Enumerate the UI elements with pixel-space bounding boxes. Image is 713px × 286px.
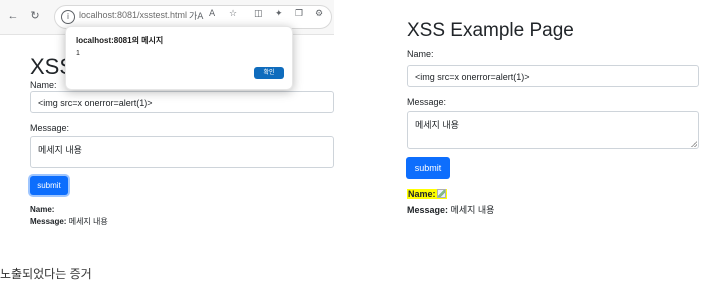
output-name-label: Name:	[30, 205, 55, 214]
back-arrow-icon[interactable]: ←	[6, 9, 20, 23]
output-message: Message: 메세지 내용	[407, 203, 494, 216]
submit-button[interactable]: submit	[30, 176, 68, 195]
message-label: Message:	[30, 123, 70, 133]
output-message: Message: 메세지 내용	[30, 216, 108, 227]
right-page-screenshot: XSS Example Page Name: <img src=x onerro…	[392, 0, 713, 286]
output-message-value: 메세지 내용	[68, 217, 108, 226]
read-aloud-icon[interactable]: 가A	[189, 9, 203, 22]
address-url[interactable]: localhost:8081/xsstest.html	[79, 10, 187, 20]
text-size-icon[interactable]: A	[209, 9, 215, 19]
output-message-label: Message:	[407, 205, 449, 215]
name-input[interactable]: <img src=x onerror=alert(1)>	[407, 65, 699, 87]
output-name: Name:	[407, 189, 447, 199]
name-label: Name:	[407, 49, 434, 59]
message-textarea[interactable]: 메세지 내용	[407, 111, 699, 149]
message-label: Message:	[407, 97, 447, 107]
output-name-label: Name:	[408, 189, 436, 199]
message-textarea[interactable]: 메세지 내용	[30, 136, 334, 168]
name-label: Name:	[30, 80, 57, 90]
name-input-value: <img src=x onerror=alert(1)>	[38, 98, 153, 108]
name-input-value: <img src=x onerror=alert(1)>	[415, 72, 530, 82]
alert-title: localhost:8081의 메시지	[76, 36, 164, 45]
caption: 노출되었다는 증거	[0, 267, 92, 281]
message-textarea-value: 메세지 내용	[415, 120, 459, 130]
alert-ok-button[interactable]: 확인	[254, 67, 284, 79]
output-name: Name:	[30, 205, 54, 214]
split-screen-icon[interactable]: ◫	[254, 9, 263, 19]
info-icon[interactable]: i	[61, 10, 75, 24]
alert-message: 1	[76, 50, 80, 57]
resize-handle-icon[interactable]	[691, 141, 697, 147]
message-textarea-value: 메세지 내용	[38, 145, 82, 155]
alert-dialog: localhost:8081의 메시지 1 확인	[65, 26, 293, 90]
highlight: Name:	[407, 189, 447, 199]
output-message-label: Message:	[30, 217, 67, 226]
collections-icon[interactable]: ❐	[295, 9, 303, 19]
name-input[interactable]: <img src=x onerror=alert(1)>	[30, 91, 334, 113]
output-message-value: 메세지 내용	[450, 205, 495, 215]
screenshot-comparison: ← ↻ i localhost:8081/xsstest.html 가A A ☆…	[0, 0, 713, 286]
extensions-icon[interactable]: ⚙	[315, 9, 323, 19]
reload-icon[interactable]: ↻	[28, 9, 42, 23]
favorites-icon[interactable]: ✦	[275, 9, 283, 19]
page-title: XSS Example Page	[407, 20, 574, 41]
left-browser-screenshot: ← ↻ i localhost:8081/xsstest.html 가A A ☆…	[0, 0, 334, 258]
submit-button[interactable]: submit	[406, 157, 450, 179]
star-icon[interactable]: ☆	[229, 9, 237, 19]
broken-image-icon	[436, 189, 446, 198]
